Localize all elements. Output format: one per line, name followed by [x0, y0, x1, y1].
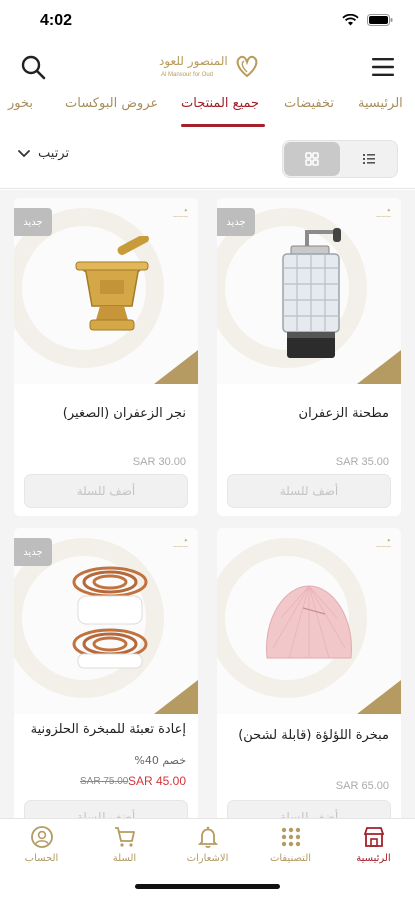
- list-view-button[interactable]: [341, 142, 397, 176]
- nav-account[interactable]: الحساب: [0, 825, 83, 864]
- logo-emblem-icon: [236, 55, 258, 78]
- chevron-down-icon: [18, 149, 30, 157]
- tab-box-offers[interactable]: عروض البوكسات: [65, 96, 158, 111]
- add-to-cart-button[interactable]: أضف للسلة: [227, 474, 391, 508]
- incense-coil-image: [72, 566, 148, 669]
- product-card[interactable]: ✦ ——— مبخرة اللؤلؤة (قابلة لشحن) SAR 65.0…: [217, 528, 401, 818]
- logo-text-arabic: المنصور للعود: [159, 54, 228, 68]
- product-name: مطحنة الزعفران: [298, 406, 389, 421]
- app-header: المنصور للعود Al Mansour for Oud: [0, 46, 415, 88]
- pearl-burner-image: [266, 585, 352, 659]
- nav-categories[interactable]: التصنيفات: [249, 825, 332, 864]
- store-icon: [363, 827, 384, 847]
- new-badge: جديد: [217, 208, 255, 236]
- product-name: مبخرة اللؤلؤة (قابلة لشحن): [238, 728, 389, 743]
- categories-grid-icon: [281, 827, 300, 847]
- brand-logo[interactable]: المنصور للعود Al Mansour for Oud: [155, 48, 265, 88]
- watermark-logo: ✦ ———: [173, 538, 188, 550]
- product-grid: ✦ ——— جديد مطحنة الزعفران SAR 35.00 أضف ل…: [0, 190, 415, 818]
- sort-button[interactable]: ترتيب: [18, 146, 69, 161]
- nav-cart[interactable]: السلة: [83, 825, 166, 864]
- tab-home[interactable]: الرئيسية: [358, 96, 403, 111]
- product-sale-price: SAR 45.00: [127, 774, 186, 788]
- tab-discounts[interactable]: تخفيضات: [284, 96, 334, 111]
- grid-icon: [305, 152, 319, 166]
- list-icon: [363, 154, 375, 164]
- product-card[interactable]: ✦ ——— جديد إعادة تعبئة للمبخرة الحلزونية …: [14, 528, 198, 818]
- logo-text-english: Al Mansour for Oud: [161, 72, 214, 78]
- status-time: 4:02: [40, 12, 73, 29]
- add-to-cart-button[interactable]: أضف للسلة: [227, 800, 391, 818]
- nav-home[interactable]: الرئيسية: [332, 825, 415, 864]
- grid-view-button[interactable]: [284, 142, 340, 176]
- add-to-cart-button[interactable]: أضف للسلة: [24, 800, 188, 818]
- status-bar: 4:02: [0, 0, 415, 46]
- cart-icon: [114, 827, 135, 847]
- toolbar-divider: [0, 188, 415, 189]
- watermark-logo: ✦ ———: [376, 538, 391, 550]
- hamburger-icon: [372, 58, 394, 76]
- nav-label: الاشعارات: [186, 853, 229, 864]
- product-card[interactable]: ✦ ——— جديد مطحنة الزعفران SAR 35.00 أضف ل…: [217, 198, 401, 516]
- new-badge: جديد: [14, 208, 52, 236]
- search-button[interactable]: [20, 54, 46, 80]
- product-image: ✦ ———: [217, 528, 401, 714]
- saffron-grinder-image: [282, 228, 341, 358]
- search-icon: [21, 55, 46, 80]
- nav-notifications[interactable]: الاشعارات: [166, 825, 249, 864]
- product-name: إعادة تعبئة للمبخرة الحلزونية: [30, 722, 186, 737]
- view-toggle: [282, 140, 398, 178]
- nav-label: الحساب: [24, 853, 59, 864]
- product-old-price: SAR 75.00: [80, 776, 129, 787]
- sort-label: ترتيب: [38, 146, 70, 161]
- product-card[interactable]: ✦ ——— جديد نجر الزعفران (الصغير) SAR 30.0…: [14, 198, 198, 516]
- product-name: نجر الزعفران (الصغير): [62, 406, 186, 421]
- nav-label: الرئيسية: [356, 853, 391, 864]
- menu-button[interactable]: [371, 56, 395, 78]
- tab-all-products[interactable]: جميع المنتجات: [181, 96, 259, 111]
- bell-icon: [197, 826, 218, 848]
- new-badge: جديد: [14, 538, 52, 566]
- category-tabs: الرئيسية تخفيضات جميع المنتجات عروض البو…: [0, 90, 415, 130]
- tab-incense[interactable]: بخور: [8, 96, 33, 111]
- product-price: SAR 65.00: [335, 780, 389, 792]
- discount-label: خصم 40%: [134, 754, 186, 767]
- product-price: SAR 30.00: [132, 456, 186, 468]
- account-icon: [30, 826, 53, 848]
- watermark-logo: ✦ ———: [376, 208, 391, 220]
- watermark-logo: ✦ ———: [173, 208, 188, 220]
- nav-label: السلة: [112, 853, 137, 864]
- product-price: SAR 35.00: [335, 456, 389, 468]
- listing-toolbar: ترتيب: [0, 138, 415, 182]
- nav-label: التصنيفات: [269, 853, 312, 864]
- status-icons: [342, 14, 393, 26]
- active-tab-indicator: [181, 124, 265, 127]
- brass-mortar-image: [75, 236, 149, 331]
- battery-icon: [367, 14, 393, 26]
- wifi-icon: [342, 14, 359, 26]
- home-indicator: [135, 884, 280, 889]
- add-to-cart-button[interactable]: أضف للسلة: [24, 474, 188, 508]
